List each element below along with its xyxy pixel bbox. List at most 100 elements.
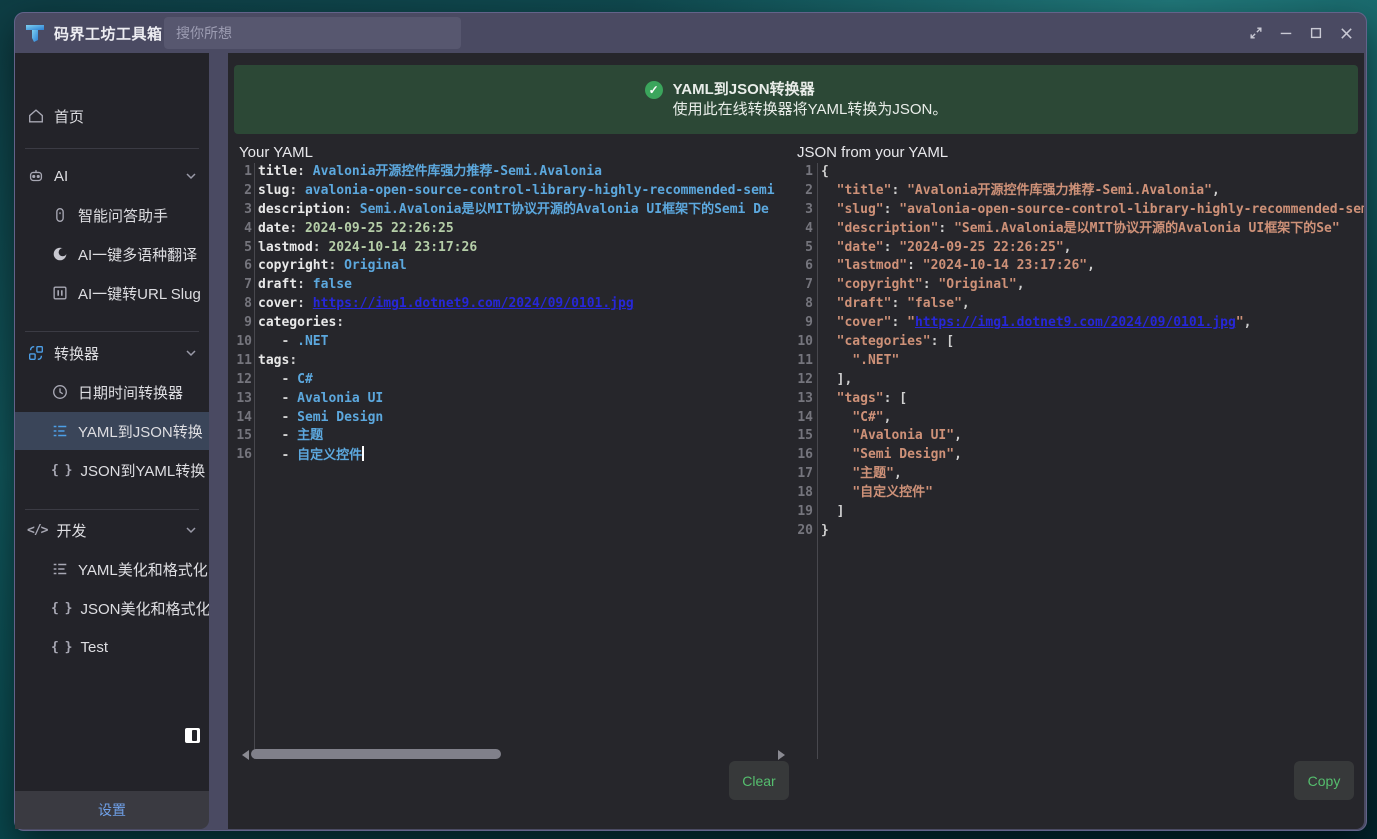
code-line: { (821, 163, 1364, 182)
code-line: "C#", (821, 409, 1364, 428)
sidebar-item-test[interactable]: { } Test (15, 628, 209, 666)
sidebar-section-ai[interactable]: AI (15, 157, 209, 195)
line-number: 19 (792, 503, 813, 522)
maximize-icon[interactable] (1308, 25, 1324, 41)
expand-icon[interactable] (1248, 25, 1264, 41)
line-number: 4 (234, 220, 252, 239)
code-icon: </> (27, 521, 47, 539)
line-number: 12 (234, 371, 252, 390)
sidebar-item-yaml-to-json[interactable]: YAML到JSON转换 (15, 412, 209, 450)
line-number: 5 (234, 239, 252, 258)
code-line: date: 2024-09-25 22:26:25 (258, 220, 810, 239)
code-line: } (821, 522, 1364, 541)
sidebar-section-dev[interactable]: </> 开发 (15, 511, 209, 549)
minimize-icon[interactable] (1278, 25, 1294, 41)
line-number: 15 (234, 427, 252, 446)
sidebar-item-label: JSON到YAML转换 (80, 460, 205, 481)
sidebar: 首页 AI 智能问答助手 AI一键多语种翻译 AI一键转UR (15, 53, 209, 791)
sidebar-item-datetime-converter[interactable]: 日期时间转换器 (15, 373, 209, 411)
code-line: categories: (258, 314, 810, 333)
line-number: 5 (792, 239, 813, 258)
sidebar-section-label: 开发 (56, 520, 86, 541)
code-line: "lastmod": "2024-10-14 23:17:26", (821, 257, 1364, 276)
sidebar-item-home[interactable]: 首页 (15, 97, 209, 135)
line-number: 10 (234, 333, 252, 352)
code-line: "copyright": "Original", (821, 276, 1364, 295)
yaml-code-editor[interactable]: title: Avalonia开源控件库强力推荐-Semi.Avaloniasl… (258, 163, 810, 759)
scroll-right-arrow-icon[interactable] (778, 750, 785, 760)
horizontal-scrollbar-thumb[interactable] (251, 749, 501, 759)
titlebar: 码界工坊工具箱 (15, 13, 1366, 53)
code-line: "description": "Semi.Avalonia是以MIT协议开源的A… (821, 220, 1364, 239)
chevron-down-icon (185, 170, 197, 182)
line-number: 9 (792, 314, 813, 333)
line-number: 8 (234, 295, 252, 314)
line-number: 20 (792, 522, 813, 541)
copy-button[interactable]: Copy (1294, 761, 1354, 800)
json-pane: JSON from your YAML 12345678910111213141… (792, 144, 1364, 759)
sidebar-item-ai-translate[interactable]: AI一键多语种翻译 (15, 235, 209, 273)
code-line: tags: (258, 352, 810, 371)
json-gutter-divider (817, 163, 818, 759)
clear-button[interactable]: Clear (729, 761, 789, 800)
code-line: - 自定义控件 (258, 446, 810, 465)
code-line: - C# (258, 371, 810, 390)
check-icon: ✓ (645, 81, 663, 99)
yaml-pane-header: Your YAML (234, 144, 810, 163)
sidebar-footer: 设置 (15, 791, 209, 829)
sidebar-item-json-formatter[interactable]: { } JSON美化和格式化 (15, 589, 209, 627)
sidebar-item-label: JSON美化和格式化 (80, 598, 209, 619)
yaml-pane: Your YAML 12345678910111213141516 title:… (234, 144, 810, 759)
code-line: "slug": "avalonia-open-source-control-li… (821, 201, 1364, 220)
json-pane-header: JSON from your YAML (792, 144, 1364, 163)
line-number: 3 (234, 201, 252, 220)
line-number: 7 (792, 276, 813, 295)
sidebar-item-url-slug[interactable]: AI一键转URL Slug (15, 274, 209, 312)
converter-icon (27, 344, 45, 362)
code-line: - Avalonia UI (258, 390, 810, 409)
sidebar-collapse-icon[interactable] (185, 728, 200, 743)
code-line: - Semi Design (258, 409, 810, 428)
sidebar-item-yaml-formatter[interactable]: YAML美化和格式化 (15, 550, 209, 588)
sidebar-section-converter[interactable]: 转换器 (15, 334, 209, 372)
clock-icon (51, 383, 69, 401)
line-number: 7 (234, 276, 252, 295)
json-code-output[interactable]: { "title": "Avalonia开源控件库强力推荐-Semi.Avalo… (821, 163, 1364, 759)
sidebar-divider (25, 331, 199, 332)
scroll-left-arrow-icon[interactable] (242, 750, 249, 760)
line-number: 9 (234, 314, 252, 333)
sidebar-item-label: 日期时间转换器 (78, 382, 183, 403)
list-icon (51, 422, 69, 440)
code-line: ".NET" (821, 352, 1364, 371)
sidebar-item-label: AI一键转URL Slug (78, 283, 201, 304)
line-number: 2 (792, 182, 813, 201)
code-line: draft: false (258, 276, 810, 295)
braces-icon: { } (51, 599, 71, 617)
line-number: 10 (792, 333, 813, 352)
code-line: ] (821, 503, 1364, 522)
sidebar-item-label: YAML美化和格式化 (78, 559, 208, 580)
code-line: "title": "Avalonia开源控件库强力推荐-Semi.Avaloni… (821, 182, 1364, 201)
code-line: cover: https://img1.dotnet9.com/2024/09/… (258, 295, 810, 314)
sidebar-item-qa-assistant[interactable]: 智能问答助手 (15, 196, 209, 234)
line-number: 11 (234, 352, 252, 371)
close-icon[interactable] (1338, 25, 1354, 41)
line-number: 1 (234, 163, 252, 182)
code-line: "自定义控件" (821, 484, 1364, 503)
translate-icon (51, 245, 69, 263)
sidebar-item-json-to-yaml[interactable]: { } JSON到YAML转换 (15, 451, 209, 489)
line-number: 17 (792, 465, 813, 484)
line-number: 8 (792, 295, 813, 314)
chevron-down-icon (185, 524, 197, 536)
settings-link[interactable]: 设置 (98, 800, 126, 820)
line-number: 14 (234, 409, 252, 428)
sidebar-item-label: AI一键多语种翻译 (78, 244, 197, 265)
code-line: "cover": "https://img1.dotnet9.com/2024/… (821, 314, 1364, 333)
line-number: 18 (792, 484, 813, 503)
search-input[interactable] (164, 17, 461, 49)
line-number: 6 (234, 257, 252, 276)
line-number: 12 (792, 371, 813, 390)
code-line: "categories": [ (821, 333, 1364, 352)
code-line: description: Semi.Avalonia是以MIT协议开源的Aval… (258, 201, 810, 220)
chevron-down-icon (185, 347, 197, 359)
